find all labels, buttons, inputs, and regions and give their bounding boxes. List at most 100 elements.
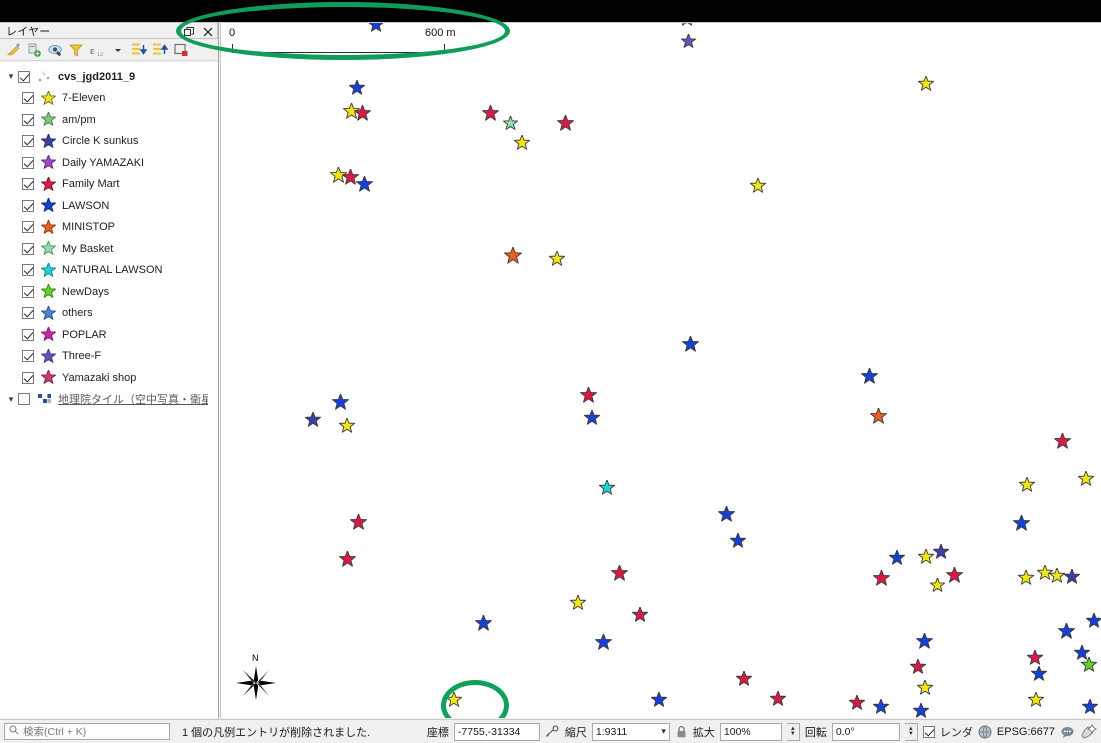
map-point-star-icon[interactable] [717,505,735,523]
map-point-star-icon[interactable] [504,247,522,265]
map-point-star-icon[interactable] [1078,471,1094,487]
map-point-star-icon[interactable] [1018,570,1034,586]
layer-tree-row[interactable]: ▾ cvs_jgd2011_9 [0,66,218,88]
layer-visibility-checkbox[interactable] [22,113,34,126]
map-point-star-icon[interactable] [910,659,926,675]
map-point-star-icon[interactable] [730,533,746,549]
expander-icon[interactable]: ▾ [4,72,18,81]
map-point-star-icon[interactable] [681,335,699,353]
layer-visibility-checkbox[interactable] [22,135,34,148]
layer-visibility-checkbox[interactable] [22,350,34,363]
map-point-star-icon[interactable] [610,564,628,582]
map-point-star-icon[interactable] [474,614,492,632]
map-point-star-icon[interactable] [1031,666,1047,682]
map-point-star-icon[interactable] [869,407,887,425]
map-point-star-icon[interactable] [933,544,949,560]
layer-visibility-checkbox[interactable] [22,264,34,277]
layer-visibility-checkbox[interactable] [22,285,34,298]
expand-all-icon[interactable] [129,40,148,59]
map-point-star-icon[interactable] [594,633,612,651]
layer-visibility-checkbox[interactable] [22,307,34,320]
layer-tree-row[interactable]: Three-F [0,346,218,368]
close-icon[interactable] [203,27,213,37]
map-point-star-icon[interactable] [305,412,321,428]
map-point-star-icon[interactable] [929,577,945,593]
layer-tree-row[interactable]: 7-Eleven [0,88,218,110]
chevron-down-icon[interactable] [108,40,127,59]
paintbrush-icon[interactable] [3,40,22,59]
layer-visibility-checkbox[interactable] [22,221,34,234]
map-point-star-icon[interactable] [1064,569,1080,585]
chevron-down-icon[interactable]: ▾ [661,726,666,737]
collapse-all-icon[interactable] [150,40,169,59]
map-point-star-icon[interactable] [1012,514,1030,532]
layer-visibility-checkbox[interactable] [22,178,34,191]
layer-tree-row[interactable]: am/pm [0,109,218,131]
layer-visibility-checkbox[interactable] [22,328,34,341]
crs-value[interactable]: EPSG:6677 [997,726,1055,738]
undock-button[interactable] [184,26,194,37]
map-point-star-icon[interactable] [514,135,530,151]
layer-tree-row[interactable]: POPLAR [0,324,218,346]
eye-icon[interactable] [45,40,64,59]
map-point-star-icon[interactable] [446,692,462,708]
map-point-star-icon[interactable] [1086,613,1101,629]
map-point-star-icon[interactable] [913,703,929,718]
map-point-star-icon[interactable] [1057,622,1075,640]
map-point-star-icon[interactable] [570,595,586,611]
map-point-star-icon[interactable] [915,632,933,650]
layer-tree-row[interactable]: NewDays [0,281,218,303]
layer-tree-row[interactable]: Circle K sunkus [0,131,218,153]
map-point-star-icon[interactable] [353,104,371,122]
layer-tree[interactable]: ▾ cvs_jgd2011_9 7-Eleven am/pm Circle K sunk… [0,62,218,718]
layer-tree-row[interactable]: Family Mart [0,174,218,196]
map-point-star-icon[interactable] [349,513,367,531]
map-point-star-icon[interactable] [1082,699,1098,715]
map-point-star-icon[interactable] [549,251,565,267]
expression-icon[interactable]: ε 12 [87,40,106,59]
map-point-star-icon[interactable] [860,367,878,385]
map-point-star-icon[interactable] [1049,568,1065,584]
map-point-star-icon[interactable] [349,80,365,96]
scale-value[interactable]: 1:9311 ▾ [591,722,670,741]
rotation-stepper[interactable]: ▲ ▼ [904,722,918,741]
map-point-star-icon[interactable] [339,418,355,434]
layer-visibility-checkbox[interactable] [22,156,34,169]
expander-icon[interactable]: ▾ [4,394,18,404]
map-point-star-icon[interactable] [651,692,667,708]
layer-visibility-checkbox[interactable] [18,70,30,83]
map-point-star-icon[interactable] [680,33,696,49]
map-point-star-icon[interactable] [355,175,373,193]
map-point-star-icon[interactable] [1019,477,1035,493]
layer-visibility-checkbox[interactable] [22,199,34,212]
map-point-star-icon[interactable] [736,671,752,687]
map-point-star-icon[interactable] [584,410,600,426]
map-point-star-icon[interactable] [338,550,356,568]
map-point-star-icon[interactable] [632,607,648,623]
map-point-star-icon[interactable] [917,680,933,696]
map-point-star-icon[interactable] [873,699,889,715]
magnifier-stepper[interactable]: ▲ ▼ [786,722,800,741]
lock-scale-icon[interactable] [675,725,688,739]
map-point-star-icon[interactable] [750,178,766,194]
messages-icon[interactable] [1060,725,1075,739]
render-checkbox[interactable] [922,725,935,738]
plugins-icon[interactable] [1080,724,1097,739]
toggle-extents-icon[interactable] [545,725,560,739]
map-point-star-icon[interactable] [1028,692,1044,708]
map-canvas[interactable]: 0 600 m N [220,22,1101,718]
map-point-star-icon[interactable] [849,695,865,711]
map-point-star-icon[interactable] [1027,650,1043,666]
map-point-star-icon[interactable] [872,569,890,587]
layer-visibility-checkbox[interactable] [22,242,34,255]
layer-tree-row[interactable]: Daily YAMAZAKI [0,152,218,174]
map-point-star-icon[interactable] [556,114,574,132]
map-point-star-icon[interactable] [1081,657,1097,673]
add-group-icon[interactable] [24,40,43,59]
map-point-star-icon[interactable] [1053,432,1071,450]
map-point-star-icon[interactable] [579,386,597,404]
magnifier-value[interactable]: 100% [719,722,782,741]
filter-icon[interactable] [66,40,85,59]
layer-tree-row[interactable]: NATURAL LAWSON [0,260,218,282]
layer-visibility-checkbox[interactable] [22,92,34,105]
